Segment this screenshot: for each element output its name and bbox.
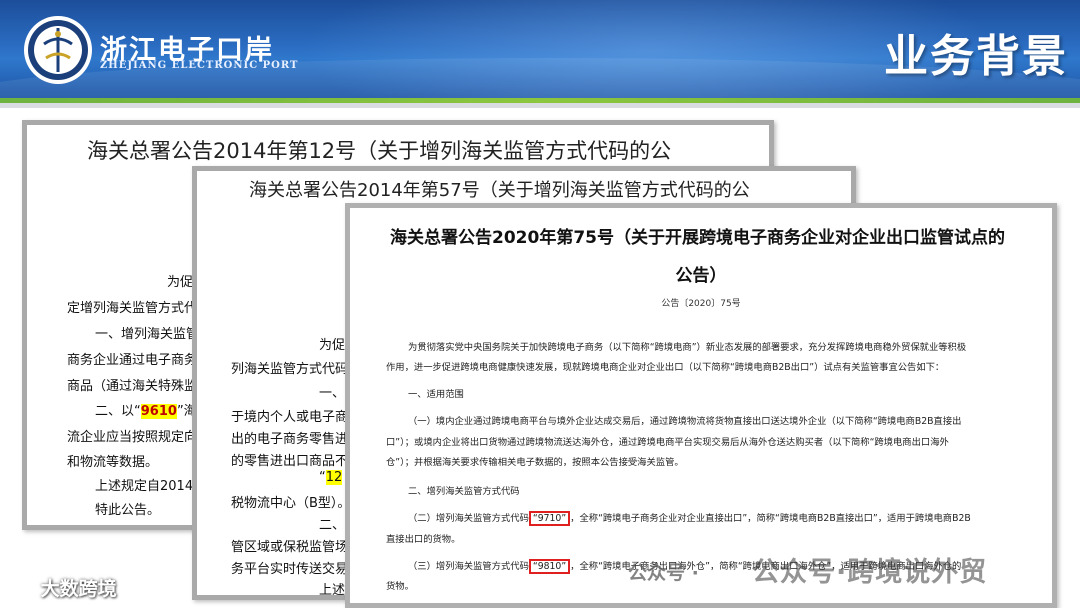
body-line: 上述规定自2014年: [95, 479, 207, 494]
body-line: 务平台实时传送交易、: [231, 562, 362, 577]
paragraph: （一）境内企业通过跨境电商平台与境外企业达成交易后，通过跨境物流将货物直接出口送…: [408, 416, 962, 427]
body-line: 和物流等数据。: [67, 455, 159, 470]
notice-number: 公告〔2020〕75号: [661, 299, 741, 309]
brand-name-en: ZHEJIANG ELECTRONIC PORT: [100, 60, 299, 71]
body-line: 于境内个人或电子商务: [231, 410, 362, 425]
footer-logo-text: 大数跨境: [40, 578, 117, 600]
footer-watermark: 公众号 ·: [628, 562, 699, 584]
body-line: 列海关监管方式代码，: [231, 362, 362, 377]
body-line: 一、: [319, 386, 346, 401]
paragraph: 货物。: [386, 581, 414, 592]
code-9810-box: “9810”: [528, 559, 571, 575]
code-highlight: 12: [325, 470, 343, 485]
body-line: 一、增列海关监管: [95, 327, 200, 342]
body-line: 二、以“9610”海: [95, 400, 197, 419]
brand-ring-icon: [8, 580, 34, 600]
paragraph: 口”）；或境内企业将出口货物通过跨境物流送达海外仓，通过跨境电商平台实现交易后从…: [386, 437, 949, 448]
paragraph: （二）增列海关监管方式代码 “9710” ，全称“跨境电子商务企业对企业直接出口”，…: [408, 510, 971, 527]
notice-title: 海关总署公告2020年第75号（关于开展跨境电子商务企业对企业出口监管试点的: [390, 228, 1005, 248]
body-line: 为促: [319, 338, 346, 353]
para-text: （三）增列海关监管方式代码: [408, 561, 529, 572]
body-line: 二、: [319, 518, 346, 533]
body-text: 二、以“: [95, 404, 141, 419]
grey-divider: [0, 103, 1080, 108]
body-line: “12: [319, 470, 343, 485]
para-text: ，全称“跨境电子商务企业对企业直接出口”，简称“跨境电商B2B直接出口”，适用于…: [570, 513, 971, 524]
body-line: 流企业应当按照规定向: [67, 430, 198, 445]
paragraph: 作用，进一步促进跨境电商健康快速发展，现就跨境电商企业对企业出口（以下简称“跨境…: [386, 362, 945, 373]
code-9710-box: “9710”: [528, 511, 571, 527]
page-title: 业务背景: [884, 31, 1068, 82]
section-heading: 二、增列海关监管方式代码: [408, 486, 520, 497]
paragraph: 直接出口的货物。: [386, 534, 461, 545]
body-line: 税物流中心（B型）。: [231, 496, 351, 511]
notice-title: 海关总署公告2014年第57号（关于增列海关监管方式代码的公: [249, 180, 750, 201]
section-heading: 一、适用范围: [408, 389, 464, 400]
notice-title-cont: 公告）: [675, 266, 727, 286]
body-line: 商务企业通过电子商务: [67, 353, 198, 368]
zhejiang-port-logo-icon: [22, 14, 94, 86]
para-text: （二）增列海关监管方式代码: [408, 513, 529, 524]
body-line: 定增列海关监管方式代: [67, 301, 198, 316]
body-line: 特此公告。: [95, 503, 161, 518]
body-line: 管区域或保税监管场所: [231, 540, 362, 555]
code-9610-highlight: 9610: [140, 404, 177, 419]
body-line: 商品（通过海关特殊监: [67, 379, 198, 394]
body-line: 为促: [167, 275, 194, 290]
notice-title: 海关总署公告2014年第12号（关于增列海关监管方式代码的公: [87, 139, 672, 163]
paragraph: 仓”）；并根据海关要求传输相关电子数据的，按照本公告接受海关监管。: [386, 457, 684, 468]
notice-2020-75-card: 海关总署公告2020年第75号（关于开展跨境电子商务企业对企业出口监管试点的 公…: [345, 203, 1057, 608]
footer-logo: 大数跨境: [8, 574, 117, 601]
body-line: 出的电子商务零售进口: [231, 432, 362, 447]
header-banner: 浙江电子口岸 ZHEJIANG ELECTRONIC PORT 业务背景: [0, 0, 1080, 98]
footer-watermark-2: 公众号·跨境说外贸: [752, 557, 988, 588]
paragraph: 为贯彻落实党中央国务院关于加快跨境电子商务（以下简称“跨境电商”）新业态发展的部…: [408, 342, 967, 353]
body-line: 上述: [319, 583, 346, 598]
body-line: 的零售进出口商品不适: [231, 454, 362, 469]
